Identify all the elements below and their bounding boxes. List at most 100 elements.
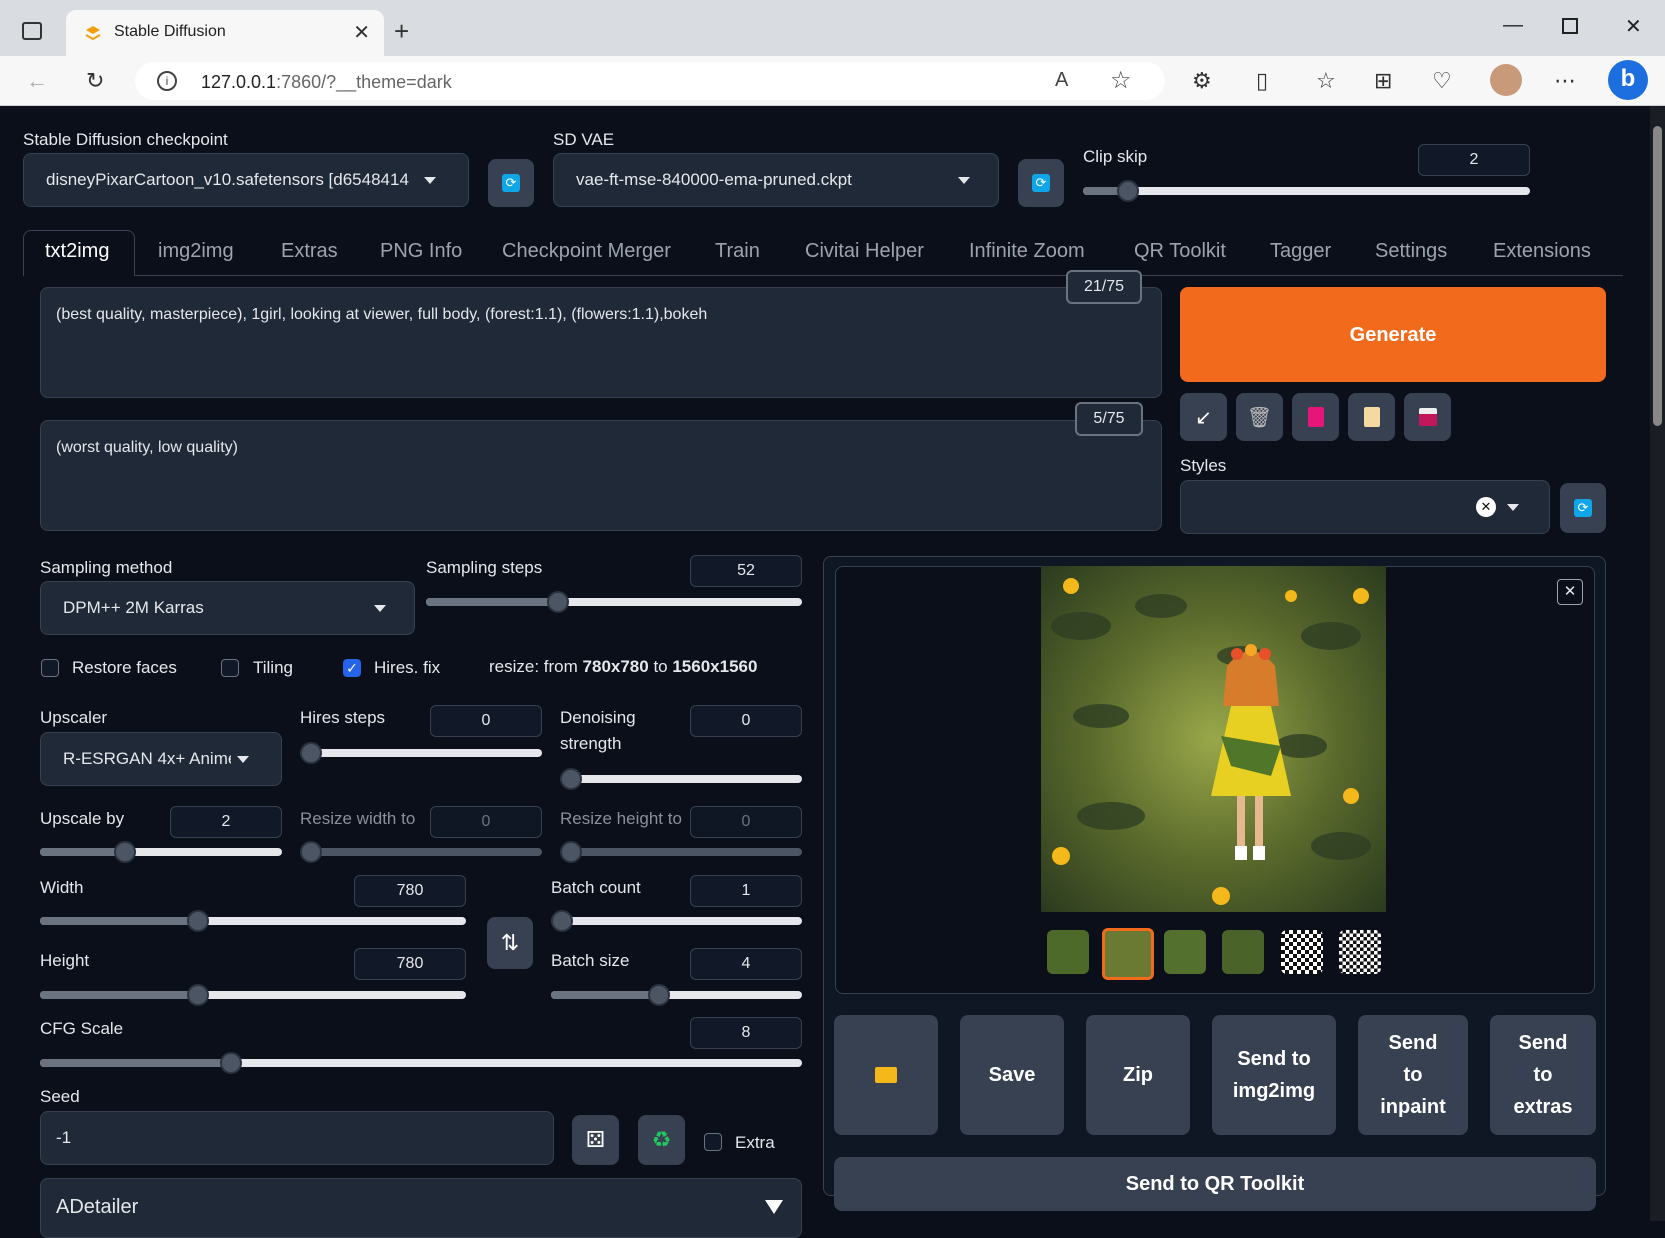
refresh-styles-button[interactable]: ⟳ — [1560, 483, 1606, 533]
refresh-checkpoint-button[interactable]: ⟳ — [488, 159, 534, 207]
save-button[interactable]: Save — [960, 1015, 1064, 1135]
reload-icon[interactable]: ↻ — [86, 68, 104, 94]
site-info-icon[interactable]: i — [157, 71, 177, 91]
minimize-icon[interactable]: — — [1503, 14, 1523, 37]
zip-button[interactable]: Zip — [1086, 1015, 1190, 1135]
send-to-qr-toolkit-button[interactable]: Send to QR Toolkit — [834, 1157, 1596, 1211]
tab-extensions[interactable]: Extensions — [1493, 240, 1591, 263]
avatar[interactable] — [1490, 64, 1522, 96]
tab-qr-toolkit[interactable]: QR Toolkit — [1134, 240, 1226, 263]
height-input[interactable]: 780 — [354, 948, 466, 980]
denoise-input[interactable]: 0 — [690, 705, 802, 737]
gallery-thumbnail-2[interactable] — [1102, 928, 1154, 980]
swap-dimensions-button[interactable]: ⇅ — [487, 917, 533, 969]
back-icon[interactable]: ← — [26, 68, 48, 94]
hires-fix-checkbox[interactable]: ✓ — [343, 659, 361, 677]
batch-size-input[interactable]: 4 — [690, 948, 802, 980]
extra-seed-checkbox[interactable] — [704, 1133, 722, 1151]
adetailer-accordion[interactable] — [40, 1178, 802, 1238]
open-folder-button[interactable] — [834, 1015, 938, 1135]
apply-style-button[interactable] — [1348, 393, 1395, 441]
sampling-steps-slider[interactable] — [426, 591, 802, 613]
tab-infinite-zoom[interactable]: Infinite Zoom — [969, 240, 1085, 263]
batch-count-slider[interactable] — [551, 910, 802, 932]
send-to-img2img-button[interactable]: Send to img2img — [1212, 1015, 1336, 1135]
sampling-method-select[interactable]: DPM++ 2M Karras — [40, 581, 415, 635]
page-scrollbar[interactable] — [1650, 106, 1665, 1221]
clear-prompt-button[interactable]: 🗑 — [1236, 393, 1283, 441]
batch-size-slider[interactable] — [551, 984, 802, 1006]
save-style-button[interactable] — [1404, 393, 1451, 441]
clipboard-icon — [1363, 407, 1380, 427]
extensions-icon[interactable]: ⚙ — [1192, 68, 1212, 94]
cfg-scale-input[interactable]: 8 — [690, 1017, 802, 1049]
reuse-seed-button[interactable]: ♻ — [638, 1115, 685, 1165]
tab-settings[interactable]: Settings — [1375, 240, 1447, 263]
negative-prompt-textarea[interactable]: (worst quality, low quality) — [40, 420, 1162, 531]
width-slider[interactable] — [40, 910, 466, 932]
extra-networks-button[interactable] — [1292, 393, 1339, 441]
upscale-by-input[interactable]: 2 — [170, 806, 282, 838]
split-screen-icon[interactable]: ▯ — [1256, 68, 1268, 94]
restore-faces-checkbox[interactable] — [41, 659, 59, 677]
send-to-inpaint-button[interactable]: Send to inpaint — [1358, 1015, 1468, 1135]
send-to-extras-button[interactable]: Send to extras — [1490, 1015, 1596, 1135]
more-menu-icon[interactable]: ⋯ — [1554, 68, 1576, 94]
tab-tagger[interactable]: Tagger — [1270, 240, 1331, 263]
gallery-thumbnail-qr-2[interactable] — [1339, 930, 1381, 974]
positive-prompt-textarea[interactable]: (best quality, masterpiece), 1girl, look… — [40, 287, 1162, 398]
seed-input[interactable]: -1 — [40, 1111, 554, 1165]
height-slider[interactable] — [40, 984, 466, 1006]
tab-checkpoint-merger[interactable]: Checkpoint Merger — [502, 240, 671, 263]
resize-width-slider[interactable] — [300, 841, 542, 863]
generated-image[interactable] — [1041, 566, 1386, 912]
read-params-button[interactable]: ↙ — [1180, 393, 1227, 441]
url-field[interactable]: i 127.0.0.1:7860/?__theme=dark A ☆ — [135, 62, 1165, 100]
tiling-checkbox[interactable] — [221, 659, 239, 677]
gallery-thumbnail-3[interactable] — [1164, 930, 1206, 974]
upscaler-select[interactable]: R-ESRGAN 4x+ Anime — [40, 732, 282, 786]
favorites-icon[interactable]: ☆ — [1316, 68, 1336, 94]
new-tab-icon[interactable]: + — [394, 16, 409, 47]
clear-styles-icon[interactable]: ✕ — [1476, 497, 1496, 517]
close-window-icon[interactable]: ✕ — [1625, 14, 1642, 39]
checkpoint-select[interactable]: disneyPixarCartoon_v10.safetensors [d654… — [23, 153, 469, 207]
resize-width-input[interactable]: 0 — [430, 806, 542, 838]
resize-height-slider[interactable] — [560, 841, 802, 863]
tab-png-info[interactable]: PNG Info — [380, 240, 462, 263]
tab-img2img[interactable]: img2img — [158, 240, 234, 263]
styles-select[interactable]: ✕ — [1180, 480, 1550, 534]
batch-count-input[interactable]: 1 — [690, 875, 802, 907]
tab-train[interactable]: Train — [715, 240, 760, 263]
width-input[interactable]: 780 — [354, 875, 466, 907]
close-gallery-icon[interactable]: ✕ — [1557, 579, 1583, 605]
copilot-icon[interactable]: b — [1608, 60, 1648, 100]
performance-icon[interactable]: ♡ — [1432, 68, 1452, 94]
refresh-vae-button[interactable]: ⟳ — [1018, 159, 1064, 207]
hires-steps-input[interactable]: 0 — [430, 705, 542, 737]
browser-tab[interactable]: Stable Diffusion ✕ — [66, 10, 384, 56]
read-aloud-icon[interactable]: A — [1055, 69, 1068, 92]
random-seed-button[interactable]: ⚄ — [572, 1115, 619, 1165]
tab-extras[interactable]: Extras — [281, 240, 338, 263]
upscale-by-slider[interactable] — [40, 841, 282, 863]
sampling-steps-input[interactable]: 52 — [690, 555, 802, 587]
collections-icon[interactable]: ⊞ — [1374, 68, 1392, 94]
gallery-thumbnail-4[interactable] — [1222, 930, 1264, 974]
tab-civitai-helper[interactable]: Civitai Helper — [805, 240, 924, 263]
generate-button[interactable]: Generate — [1180, 287, 1606, 382]
denoise-slider[interactable] — [560, 768, 802, 790]
clip-skip-slider[interactable] — [1083, 180, 1530, 202]
vae-select[interactable]: vae-ft-mse-840000-ema-pruned.ckpt — [553, 153, 999, 207]
favorite-star-icon[interactable]: ☆ — [1110, 66, 1132, 95]
hires-steps-slider[interactable] — [300, 742, 542, 764]
tab-txt2img[interactable]: txt2img — [45, 240, 109, 263]
maximize-icon[interactable] — [1562, 18, 1578, 34]
resize-height-input[interactable]: 0 — [690, 806, 802, 838]
gallery-thumbnail-1[interactable] — [1047, 930, 1089, 974]
clip-skip-input[interactable]: 2 — [1418, 144, 1530, 176]
close-tab-icon[interactable]: ✕ — [353, 20, 370, 45]
sidebar-toggle-icon[interactable] — [22, 22, 42, 40]
cfg-scale-slider[interactable] — [40, 1052, 802, 1074]
gallery-thumbnail-qr-1[interactable] — [1281, 930, 1323, 974]
